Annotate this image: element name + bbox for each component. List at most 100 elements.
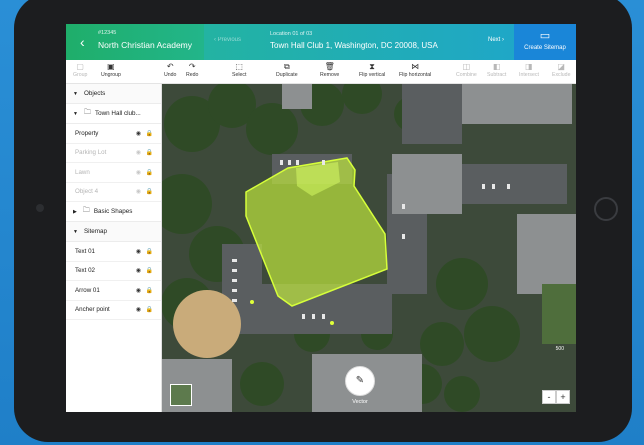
previous-label: Previous bbox=[217, 37, 242, 43]
subtract-button[interactable]: ◧ Subtract bbox=[487, 62, 506, 78]
zoom-out-button[interactable]: - bbox=[542, 390, 556, 404]
triangle-right-icon: ▶ bbox=[73, 208, 77, 215]
map-imagery bbox=[162, 84, 576, 412]
create-sitemap-label: Create Sitemap bbox=[524, 45, 566, 51]
eye-icon[interactable]: ◉ bbox=[136, 149, 141, 156]
ungroup-icon: ▣ bbox=[107, 62, 115, 71]
header-bar: ‹ #12345 North Christian Academy ‹ Previ… bbox=[66, 24, 576, 60]
flip-horizontal-button[interactable]: ⋈ Flip horizontal bbox=[399, 62, 431, 78]
chevron-left-icon[interactable]: ‹ bbox=[80, 34, 85, 50]
layer-row-text-01[interactable]: Text 01 ◉ 🔒 bbox=[66, 242, 161, 262]
sitemap-section-header[interactable]: ▼ Sitemap bbox=[66, 222, 161, 242]
account-name: North Christian Academy bbox=[98, 40, 193, 50]
group-button[interactable]: ▢ Group bbox=[73, 62, 87, 78]
redo-button[interactable]: ↷ Redo bbox=[186, 62, 198, 78]
flip-horizontal-icon: ⋈ bbox=[411, 62, 420, 71]
location-section: ‹ Previous Location 01 of 03 Town Hall C… bbox=[204, 24, 514, 60]
sitemap-label: Sitemap bbox=[83, 228, 108, 235]
layer-label: Object 4 bbox=[75, 188, 99, 196]
remove-button[interactable]: 🗑 Remove bbox=[320, 62, 339, 78]
lock-icon[interactable]: 🔒 bbox=[146, 248, 153, 255]
lock-icon[interactable]: 🔒 bbox=[146, 306, 153, 313]
intersect-button[interactable]: ◨ Intersect bbox=[519, 62, 539, 78]
select-button[interactable]: ⬚ Select bbox=[232, 62, 246, 78]
eye-icon[interactable]: ◉ bbox=[136, 267, 141, 274]
subtract-label: Subtract bbox=[487, 72, 507, 78]
triangle-down-icon: ▼ bbox=[73, 90, 78, 97]
previous-button[interactable]: ‹ Previous bbox=[214, 37, 241, 43]
next-button[interactable]: Next › bbox=[488, 37, 504, 43]
object-group-row[interactable]: ▼ 🗀 Town Hall club... bbox=[66, 104, 161, 124]
flip-vertical-button[interactable]: ⧗ Flip vertical bbox=[359, 62, 385, 78]
layer-label: Property bbox=[75, 129, 99, 137]
flip-vertical-label: Flip vertical bbox=[359, 72, 386, 78]
layer-label: Arrow 01 bbox=[75, 286, 100, 294]
redo-icon: ↷ bbox=[188, 62, 196, 71]
zoom-controls: - + bbox=[542, 390, 570, 404]
lock-icon[interactable]: 🔒 bbox=[146, 287, 153, 294]
location-counter: Location 01 of 03 bbox=[270, 31, 313, 37]
intersect-label: Intersect bbox=[519, 72, 539, 78]
objects-section-header[interactable]: ▼ Objects bbox=[66, 84, 161, 104]
objects-label: Objects bbox=[83, 90, 106, 97]
layer-row-text-02[interactable]: Text 02 ◉ 🔒 bbox=[66, 262, 161, 281]
eye-icon[interactable]: ◉ bbox=[136, 248, 141, 255]
combine-button[interactable]: ◫ Combine bbox=[456, 62, 477, 78]
next-label: Next bbox=[487, 37, 501, 43]
redo-label: Redo bbox=[186, 72, 199, 78]
eye-icon[interactable]: ◉ bbox=[136, 188, 141, 195]
exclude-icon: ◪ bbox=[557, 62, 566, 71]
eye-icon[interactable]: ◉ bbox=[136, 130, 141, 137]
duplicate-button[interactable]: ⧉ Duplicate bbox=[276, 62, 298, 78]
layer-label: Text 01 bbox=[75, 247, 95, 255]
map-scale-label: 500 bbox=[555, 346, 564, 352]
location-name: Town Hall Club 1, Washington, DC 20008, … bbox=[270, 41, 438, 50]
pen-icon: ✎ bbox=[355, 375, 365, 386]
layer-row-property[interactable]: Property ◉ 🔒 bbox=[66, 124, 161, 144]
exclude-button[interactable]: ◪ Exclude bbox=[552, 62, 570, 78]
eye-icon[interactable]: ◉ bbox=[136, 306, 141, 313]
lock-icon[interactable]: 🔒 bbox=[146, 130, 153, 137]
undo-button[interactable]: ↶ Undo bbox=[164, 62, 176, 78]
create-sitemap-button[interactable]: ▭ Create Sitemap bbox=[514, 24, 576, 60]
flip-horizontal-label: Flip horizontal bbox=[399, 72, 432, 78]
zoom-in-button[interactable]: + bbox=[556, 390, 570, 404]
layer-label: Text 02 bbox=[75, 267, 95, 275]
group-label: Group bbox=[73, 72, 88, 78]
group-icon: ▢ bbox=[76, 62, 84, 71]
camera-dot bbox=[36, 204, 44, 212]
duplicate-label: Duplicate bbox=[276, 72, 298, 78]
layer-label: Ancher point bbox=[75, 306, 110, 314]
layers-sidebar: ▼ Objects ▼ 🗀 Town Hall club... Property ◉ 🔒 … bbox=[66, 84, 162, 412]
lock-icon[interactable]: 🔒 bbox=[146, 188, 153, 195]
lock-icon[interactable]: 🔒 bbox=[146, 149, 153, 156]
map-style-thumbnail[interactable] bbox=[170, 384, 192, 406]
account-section: ‹ #12345 North Christian Academy bbox=[66, 24, 204, 60]
object-group-label: Town Hall club... bbox=[94, 110, 141, 117]
eye-icon[interactable]: ◉ bbox=[136, 169, 141, 176]
sitemap-icon: ▭ bbox=[539, 30, 551, 42]
select-icon: ⬚ bbox=[235, 62, 243, 71]
layer-label: Parking Lot bbox=[75, 149, 107, 157]
select-label: Select bbox=[232, 72, 247, 78]
layer-row-parking-lot[interactable]: Parking Lot ◉ 🔒 bbox=[66, 144, 161, 163]
layer-row-arrow-01[interactable]: Arrow 01 ◉ 🔒 bbox=[66, 281, 161, 301]
subtract-icon: ◧ bbox=[492, 62, 501, 71]
layer-row-ancher-point[interactable]: Ancher point ◉ 🔒 bbox=[66, 301, 161, 320]
combine-icon: ◫ bbox=[462, 62, 471, 71]
lock-icon[interactable]: 🔒 bbox=[146, 267, 153, 274]
basic-shapes-row[interactable]: ▶ 🗀 Basic Shapes bbox=[66, 202, 161, 222]
vector-tool-button[interactable]: ✎ bbox=[345, 366, 375, 396]
layer-row-object-4[interactable]: Object 4 ◉ 🔒 bbox=[66, 183, 161, 202]
lock-icon[interactable]: 🔒 bbox=[146, 169, 153, 176]
eye-icon[interactable]: ◉ bbox=[136, 287, 141, 294]
home-button bbox=[594, 197, 618, 221]
folder-icon: 🗀 bbox=[82, 207, 90, 214]
trash-icon: 🗑 bbox=[324, 62, 335, 71]
satellite-map-canvas[interactable]: 500 ✎ Vector - + bbox=[162, 84, 576, 412]
vector-label: Vector bbox=[352, 399, 368, 405]
exclude-label: Exclude bbox=[552, 72, 571, 78]
layer-label: Lawn bbox=[75, 168, 90, 176]
layer-row-lawn[interactable]: Lawn ◉ 🔒 bbox=[66, 163, 161, 183]
ungroup-button[interactable]: ▣ Ungroup bbox=[101, 62, 121, 78]
